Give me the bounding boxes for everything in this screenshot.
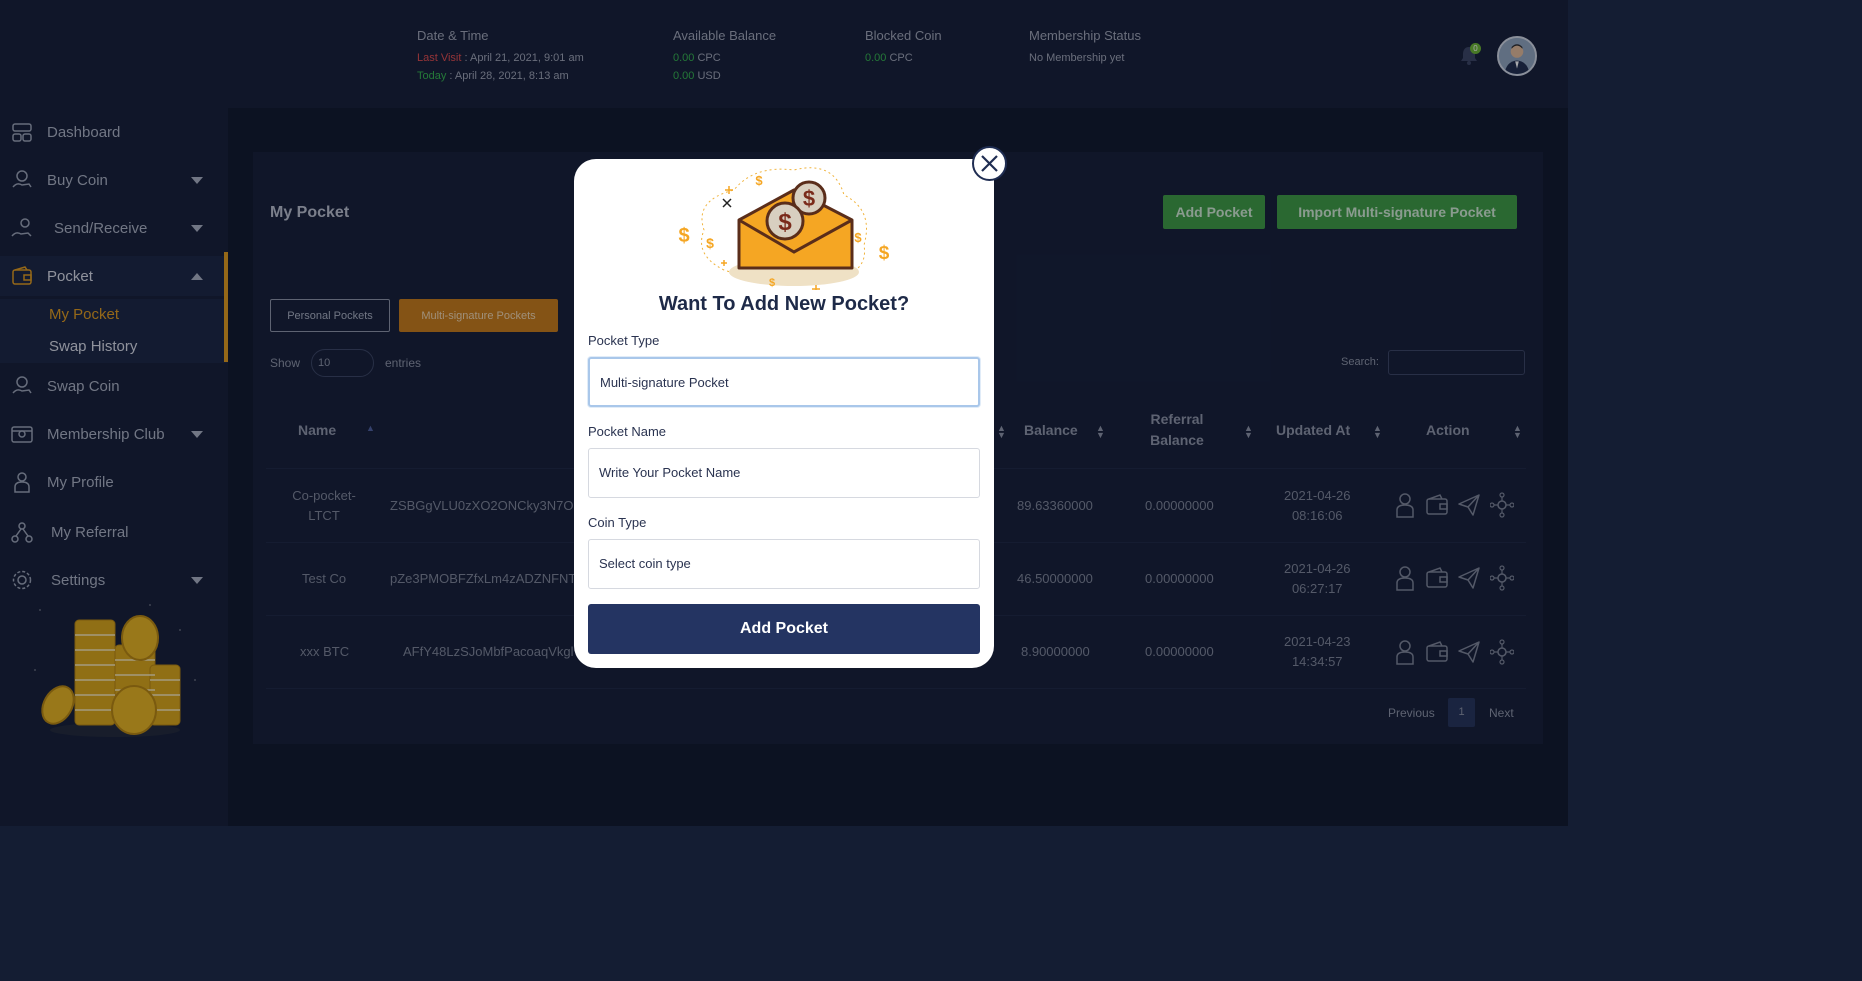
svg-text:$: $ [706, 235, 714, 251]
svg-text:$: $ [879, 243, 890, 264]
close-icon [981, 155, 998, 172]
svg-text:$: $ [778, 209, 792, 236]
envelope-money-illustration: $ $ $ $ $ $ $ $ [678, 167, 890, 290]
svg-text:$: $ [755, 173, 763, 188]
svg-text:$: $ [803, 186, 815, 211]
svg-text:$: $ [678, 225, 689, 247]
pocket-name-input[interactable]: Write Your Pocket Name [588, 448, 980, 498]
modal-close-button[interactable] [972, 146, 1007, 181]
svg-text:$: $ [854, 230, 862, 245]
pocket-name-label: Pocket Name [588, 424, 667, 439]
pocket-type-select[interactable]: Multi-signature Pocket [588, 357, 980, 407]
pocket-type-label: Pocket Type [588, 333, 660, 348]
add-pocket-submit-button[interactable]: Add Pocket [588, 604, 980, 654]
modal-title: Want To Add New Pocket? [658, 293, 910, 315]
coin-type-select[interactable]: Select coin type [588, 539, 980, 589]
coin-type-label: Coin Type [588, 515, 647, 530]
svg-text:$: $ [769, 277, 775, 289]
